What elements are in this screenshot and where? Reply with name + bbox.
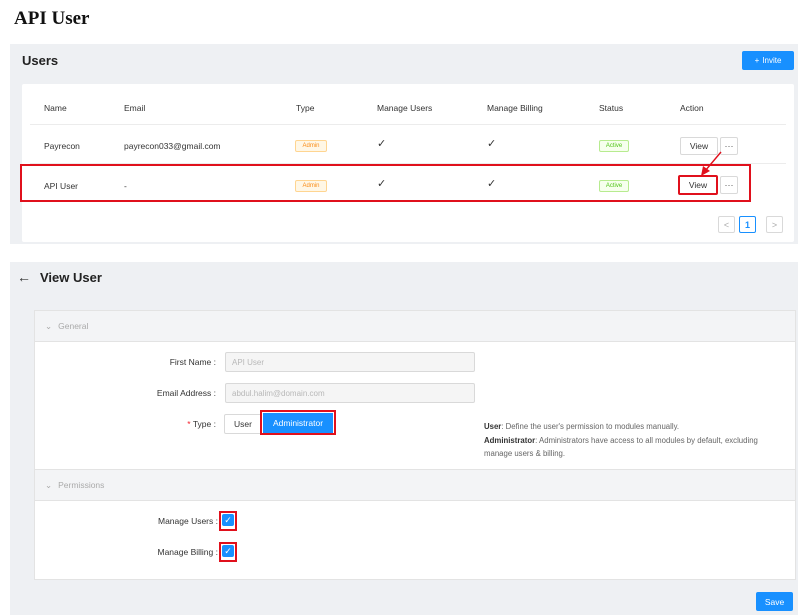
permissions-section-header[interactable]: ⌄ Permissions — [35, 470, 795, 500]
chevron-down-icon: ⌄ — [45, 479, 53, 490]
row-1-manage-users-check-icon: ✓ — [377, 138, 387, 150]
save-button[interactable]: Save — [756, 592, 793, 611]
row-1-type-badge: Admin — [295, 140, 327, 152]
type-option-administrator[interactable]: Administrator — [263, 413, 333, 433]
required-marker: * — [187, 419, 191, 429]
column-header-action: Action — [680, 103, 704, 113]
column-header-type: Type — [296, 103, 315, 113]
row-2-name: API User — [44, 181, 79, 191]
permissions-section-title: Permissions — [58, 480, 105, 490]
manage-users-label: Manage Users : — [157, 516, 218, 526]
row-divider — [30, 124, 786, 125]
row-2-manage-users-check-icon: ✓ — [377, 178, 387, 190]
chevron-down-icon: ⌄ — [45, 320, 53, 331]
row-1-email: payrecon033@gmail.com — [124, 141, 221, 151]
email-address-field[interactable]: abdul.halim@domain.com — [225, 383, 475, 403]
column-header-manage-users: Manage Users — [377, 103, 433, 113]
type-label: * Type : — [187, 419, 216, 429]
annotation-arrow-icon — [701, 151, 722, 176]
row-2-status-badge: Active — [599, 180, 629, 192]
row-2-type-badge: Admin — [295, 180, 327, 192]
column-header-email: Email — [124, 103, 146, 113]
manage-users-checkbox[interactable]: ✓ — [222, 514, 234, 526]
type-option-user[interactable]: User — [224, 414, 262, 434]
back-arrow-icon[interactable]: ← — [17, 269, 31, 285]
row-1-status-badge: Active — [599, 140, 629, 152]
manage-billing-checkbox[interactable]: ✓ — [222, 545, 234, 557]
pagination-next-button[interactable]: > — [766, 216, 783, 233]
row-1-name: Payrecon — [44, 141, 80, 151]
column-header-name: Name — [44, 103, 67, 113]
document-title: API User — [14, 8, 90, 29]
users-panel-title: Users — [22, 53, 59, 68]
pagination-prev-button[interactable]: < — [718, 216, 735, 233]
row-2-email: - — [124, 181, 127, 191]
manage-billing-label: Manage Billing : — [157, 547, 219, 557]
general-section-header[interactable]: ⌄ General — [35, 311, 795, 341]
pagination-page-1[interactable]: 1 — [739, 216, 756, 233]
column-header-status: Status — [599, 103, 624, 113]
invite-button-label: Invite — [762, 56, 782, 65]
type-help-text: User: Define the user's permission to mo… — [484, 422, 758, 458]
general-section-title: General — [58, 321, 89, 331]
row-2-manage-billing-check-icon: ✓ — [487, 178, 497, 190]
email-address-label: Email Address : — [156, 388, 216, 398]
section-divider — [35, 341, 795, 342]
invite-button[interactable]: + Invite — [742, 51, 794, 70]
column-header-manage-billing: Manage Billing — [487, 103, 543, 113]
first-name-label: First Name : — [169, 357, 216, 367]
first-name-field[interactable]: API User — [225, 352, 475, 372]
row-1-manage-billing-check-icon: ✓ — [487, 138, 497, 150]
view-user-title: View User — [40, 270, 102, 285]
plus-icon: + — [754, 56, 760, 65]
section-divider — [35, 500, 795, 501]
